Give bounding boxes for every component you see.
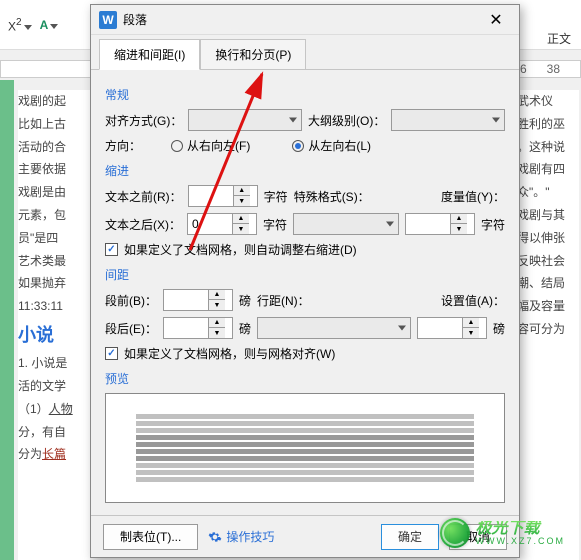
- font-size-control[interactable]: X2: [8, 17, 32, 34]
- section-indent: 缩进: [105, 162, 505, 179]
- label-outline-level: 大纲级别(O)：: [308, 112, 385, 129]
- label-special: 特殊格式(S)：: [294, 188, 370, 205]
- unit-pt: 磅: [239, 292, 251, 309]
- spin-up-icon[interactable]: ▲: [209, 290, 225, 300]
- font-color-control[interactable]: A: [40, 16, 59, 34]
- direction-rtl-radio[interactable]: 从右向左(F): [171, 137, 250, 154]
- section-general: 常规: [105, 86, 505, 103]
- space-after-spinner[interactable]: ▲▼: [163, 317, 233, 339]
- space-before-spinner[interactable]: ▲▼: [163, 289, 233, 311]
- spin-up-icon[interactable]: ▲: [451, 214, 467, 224]
- preview-box: [105, 393, 505, 503]
- label-auto-indent: 如果定义了文档网格，则自动调整右缩进(D): [124, 241, 357, 258]
- watermark: 极光下载 WWW.XZ7.COM: [440, 518, 566, 548]
- tips-link[interactable]: 操作技巧: [208, 528, 274, 545]
- label-alignment: 对齐方式(G)：: [105, 112, 182, 129]
- section-preview: 预览: [105, 370, 505, 387]
- label-snap-grid: 如果定义了文档网格，则与网格对齐(W): [124, 345, 335, 362]
- close-button[interactable]: ✕: [481, 10, 511, 30]
- special-format-combo[interactable]: [293, 213, 399, 235]
- snap-to-grid-checkbox[interactable]: [105, 347, 118, 360]
- titlebar: W 段落 ✕: [91, 5, 519, 35]
- unit-pt: 磅: [239, 320, 251, 337]
- direction-ltr-radio[interactable]: 从左向右(L): [292, 137, 371, 154]
- unit-char: 字符: [263, 216, 287, 233]
- tab-indent-spacing[interactable]: 缩进和间距(I): [99, 39, 200, 70]
- label-setting: 设置值(A)：: [441, 292, 505, 309]
- label-text-before: 文本之前(R)：: [105, 188, 182, 205]
- section-spacing: 间距: [105, 266, 505, 283]
- alignment-combo[interactable]: [188, 109, 302, 131]
- watermark-main: 极光下载: [476, 521, 566, 537]
- spin-down-icon[interactable]: ▼: [209, 328, 225, 338]
- paragraph-dialog: W 段落 ✕ 缩进和间距(I) 换行和分页(P) 常规 对齐方式(G)： 大纲级…: [90, 4, 520, 558]
- label-space-before: 段前(B)：: [105, 292, 157, 309]
- document-text-left: 戏剧的起比如上古活动的合主要依据戏剧是由元素，包员"是四艺术类最如果抛弃11:3…: [18, 90, 90, 560]
- ruler-mark: 38: [547, 62, 560, 76]
- spin-down-icon[interactable]: ▼: [209, 300, 225, 310]
- line-spacing-combo[interactable]: [257, 317, 411, 339]
- unit-char: 字符: [264, 188, 288, 205]
- tabstops-button[interactable]: 制表位(T)...: [103, 524, 198, 550]
- text-after-spinner[interactable]: ▲▼: [187, 213, 257, 235]
- unit-char: 字符: [481, 216, 505, 233]
- text-before-spinner[interactable]: ▲▼: [188, 185, 258, 207]
- metric-spinner[interactable]: ▲▼: [405, 213, 475, 235]
- style-normal[interactable]: 正文: [547, 30, 571, 47]
- spin-down-icon[interactable]: ▼: [233, 224, 249, 234]
- document-text-right: 武术仪胜利的巫。这种说戏剧有四众"。"戏剧与其得以伸张反映社会潮、结局幅及容量容…: [517, 90, 579, 560]
- spin-up-icon[interactable]: ▲: [233, 214, 249, 224]
- spin-up-icon[interactable]: ▲: [209, 318, 225, 328]
- tab-strip: 缩进和间距(I) 换行和分页(P): [91, 39, 519, 70]
- spin-down-icon[interactable]: ▼: [234, 196, 250, 206]
- setting-value-spinner[interactable]: ▲▼: [417, 317, 487, 339]
- watermark-logo-icon: [440, 518, 470, 548]
- spin-down-icon[interactable]: ▼: [451, 224, 467, 234]
- label-line-spacing: 行距(N)：: [257, 292, 310, 309]
- spin-up-icon[interactable]: ▲: [234, 186, 250, 196]
- watermark-sub: WWW.XZ7.COM: [476, 537, 566, 546]
- margin-strip: [0, 80, 14, 560]
- tab-line-page-break[interactable]: 换行和分页(P): [200, 39, 306, 69]
- label-text-after: 文本之后(X)：: [105, 216, 181, 233]
- ok-button[interactable]: 确定: [381, 524, 439, 550]
- app-icon: W: [99, 11, 117, 29]
- label-direction: 方向：: [105, 137, 141, 154]
- unit-pt: 磅: [493, 320, 505, 337]
- outline-level-combo[interactable]: [391, 109, 505, 131]
- label-metric: 度量值(Y)：: [441, 188, 505, 205]
- auto-adjust-indent-checkbox[interactable]: [105, 243, 118, 256]
- spin-down-icon[interactable]: ▼: [463, 328, 479, 338]
- label-space-after: 段后(E)：: [105, 320, 157, 337]
- gear-icon: [208, 530, 222, 544]
- dialog-title: 段落: [123, 11, 481, 28]
- spin-up-icon[interactable]: ▲: [463, 318, 479, 328]
